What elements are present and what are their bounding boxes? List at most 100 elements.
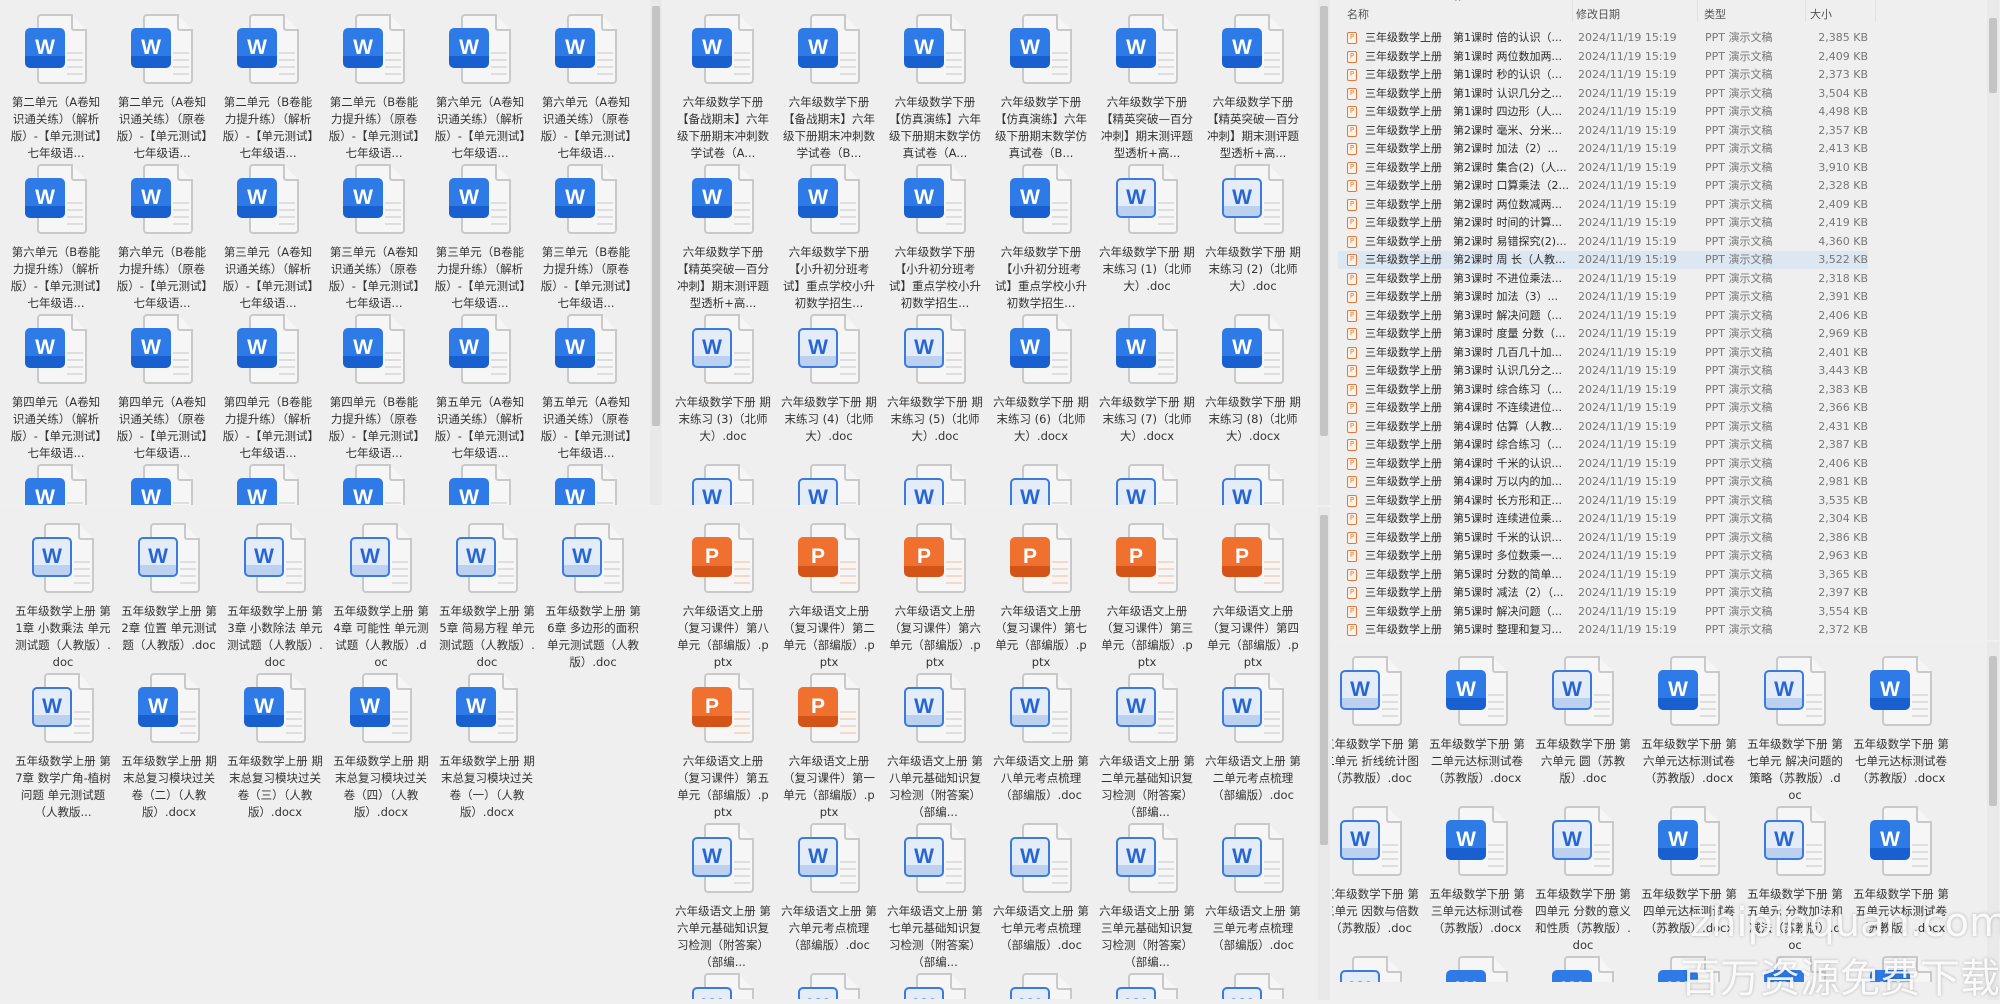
file-item[interactable]: W 第三单元（A卷知识通关练）（原卷版）-【单元测试】七年级语... bbox=[321, 160, 427, 310]
file-item[interactable]: P 六年级语文上册（复习课件）第一单元（部编版）.pptx bbox=[776, 669, 882, 819]
file-item[interactable]: W 五年级数学上册 期末总复习模块过关卷（四）（人教版）.docx bbox=[328, 669, 434, 819]
file-item[interactable]: W 六年级语文上册 第二单元基础知识复习检测（附答案）（部编... bbox=[1094, 669, 1200, 819]
file-item[interactable]: W 六年级数学下册 期末练习 (2)（北师大）.doc bbox=[1200, 160, 1306, 310]
file-item[interactable]: W 六年级语文上册 第三单元考点梳理（部编版）.doc bbox=[1200, 819, 1306, 969]
file-item[interactable]: W 第四单元（A卷知识通关练）（原卷版）-【单元测试】七年级语... bbox=[109, 310, 215, 460]
file-item[interactable]: W 五年级数学下册 第三单元达标测试卷（苏教版）.docx bbox=[1424, 802, 1530, 952]
list-row[interactable]: P 三年级数学上册 第1课时 两位数加两... 2024/11/19 15:19 PPT… bbox=[1338, 48, 1868, 66]
column-name[interactable]: 名称 bbox=[1347, 6, 1369, 22]
file-item[interactable]: W 第三单元（B卷能力提升练）（原卷版）-【单元测试】七年级语... bbox=[533, 160, 639, 310]
file-item[interactable]: W 五年级数学上册 期末总复习模块过关卷（三）（人教版）.docx bbox=[222, 669, 328, 819]
list-row[interactable]: P 三年级数学上册 第4课时 不连续进位... 2024/11/19 15:19 PPT… bbox=[1338, 399, 1868, 417]
file-item[interactable]: W 五年级数学上册 第1章 小数乘法 单元测试题（人教版）.doc bbox=[10, 519, 116, 669]
file-item[interactable]: W 第五单元（A卷知识通关练）（原卷版）-【单元测试】七年级语... bbox=[533, 310, 639, 460]
list-row[interactable]: P 三年级数学上册 第3课时 不进位乘法... 2024/11/19 15:19 PPT… bbox=[1338, 270, 1868, 288]
file-item[interactable]: W bbox=[321, 460, 427, 505]
file-item[interactable]: W bbox=[1200, 460, 1306, 505]
file-item[interactable]: W bbox=[882, 969, 988, 999]
list-row[interactable]: P 三年级数学上册 第2课时 毫米、分米... 2024/11/19 15:19 PPT… bbox=[1338, 122, 1868, 140]
list-row[interactable]: P 三年级数学上册 第2课时 集合(2)（人... 2024/11/19 15:19 P… bbox=[1338, 159, 1868, 177]
file-item[interactable]: W 五年级数学上册 期末总复习模块过关卷（二）（人教版）.docx bbox=[116, 669, 222, 819]
column-modified[interactable]: 修改日期 bbox=[1576, 6, 1620, 22]
file-item[interactable]: W 第六单元（A卷知识通关练）（解析版）-【单元测试】七年级语... bbox=[427, 10, 533, 160]
file-item[interactable]: P 六年级语文上册（复习课件）第六单元（部编版）.pptx bbox=[882, 519, 988, 669]
list-row[interactable]: P 三年级数学上册 第3课时 几百几十加... 2024/11/19 15:19 PPT… bbox=[1338, 344, 1868, 362]
file-item[interactable]: P 六年级语文上册（复习课件）第五单元（部编版）.pptx bbox=[670, 669, 776, 819]
file-item[interactable]: W 六年级语文上册 第三单元基础知识复习检测（附答案）（部编... bbox=[1094, 819, 1200, 969]
list-row[interactable]: P 三年级数学上册 第2课时 易错探究(2)... 2024/11/19 15:19 P… bbox=[1338, 233, 1868, 251]
scrollbar[interactable] bbox=[1318, 0, 1330, 505]
file-item[interactable]: W 五年级数学上册 期末总复习模块过关卷（一）（人教版）.docx bbox=[434, 669, 540, 819]
file-item[interactable]: W 六年级数学下册【精英突破—百分冲刺】期末测评题型透析+高... bbox=[670, 160, 776, 310]
list-row[interactable]: P 三年级数学上册 第2课时 时间的计算... 2024/11/19 15:19 PPT… bbox=[1338, 214, 1868, 232]
file-item[interactable]: W bbox=[1332, 952, 1424, 982]
list-row[interactable]: P 三年级数学上册 第1课时 四边形（人... 2024/11/19 15:19 PPT… bbox=[1338, 103, 1868, 121]
file-item[interactable]: W bbox=[1094, 460, 1200, 505]
list-row[interactable]: P 三年级数学上册 第4课时 万以内的加... 2024/11/19 15:19 PPT… bbox=[1338, 473, 1868, 491]
list-row[interactable]: P 三年级数学上册 第2课时 周 长（人教... 2024/11/19 15:19 PP… bbox=[1338, 251, 1868, 269]
file-item[interactable]: W bbox=[109, 460, 215, 505]
file-item[interactable]: W 六年级数学下册【小升初分班考试】重点学校小升初数学招生... bbox=[882, 160, 988, 310]
file-item[interactable]: W 六年级语文上册 第二单元考点梳理（部编版）.doc bbox=[1200, 669, 1306, 819]
list-row[interactable]: P 三年级数学上册 第2课时 口算乘法（2... 2024/11/19 15:19 PP… bbox=[1338, 177, 1868, 195]
file-item[interactable]: W bbox=[776, 969, 882, 999]
list-row[interactable]: P 三年级数学上册 第5课时 多位数乘一... 2024/11/19 15:19 PPT… bbox=[1338, 547, 1868, 565]
file-item[interactable]: W 六年级数学下册【仿真演练】六年级下册期末数学仿真试卷（A... bbox=[882, 10, 988, 160]
list-row[interactable]: P 三年级数学上册 第3课时 综合练习（... 2024/11/19 15:19 PPT… bbox=[1338, 381, 1868, 399]
list-row[interactable]: P 三年级数学上册 第2课时 两位数减两... 2024/11/19 15:19 PPT… bbox=[1338, 196, 1868, 214]
list-row[interactable]: P 三年级数学上册 第5课时 千米的认识... 2024/11/19 15:19 PPT… bbox=[1338, 529, 1868, 547]
file-item[interactable]: P 六年级语文上册（复习课件）第七单元（部编版）.pptx bbox=[988, 519, 1094, 669]
file-item[interactable]: W 五年级数学上册 第6章 多边形的面积 单元测试题（人教版）.doc bbox=[540, 519, 646, 669]
scrollbar[interactable] bbox=[1987, 0, 1999, 640]
file-item[interactable]: W bbox=[988, 969, 1094, 999]
file-item[interactable]: W bbox=[882, 460, 988, 505]
file-item[interactable]: W 六年级数学下册 期末练习 (1)（北师大）.doc bbox=[1094, 160, 1200, 310]
file-item[interactable]: W 第二单元（B卷能力提升练）（原卷版）-【单元测试】七年级语... bbox=[321, 10, 427, 160]
file-item[interactable]: W 第二单元（A卷知识通关练）（解析版）-【单元测试】七年级语... bbox=[3, 10, 109, 160]
file-item[interactable]: W 第五单元（A卷知识通关练）（解析版）-【单元测试】七年级语... bbox=[427, 310, 533, 460]
file-item[interactable]: W 第三单元（A卷知识通关练）（解析版）-【单元测试】七年级语... bbox=[215, 160, 321, 310]
file-item[interactable]: W 六年级语文上册 第六单元考点梳理（部编版）.doc bbox=[776, 819, 882, 969]
list-row[interactable]: P 三年级数学上册 第3课时 认识几分之... 2024/11/19 15:19 PPT… bbox=[1338, 362, 1868, 380]
file-item[interactable]: W 第三单元（B卷能力提升练）（解析版）-【单元测试】七年级语... bbox=[427, 160, 533, 310]
file-item[interactable]: W 六年级数学下册【备战期末】六年级下册期末冲刺数学试卷（B... bbox=[776, 10, 882, 160]
column-size[interactable]: 大小 bbox=[1810, 6, 1832, 22]
file-item[interactable]: W 五年级数学下册 第三单元 因数与倍数（苏教版）.doc bbox=[1332, 802, 1424, 952]
file-item[interactable]: P 六年级语文上册（复习课件）第二单元（部编版）.pptx bbox=[776, 519, 882, 669]
file-item[interactable]: W 五年级数学下册 第四单元 分数的意义和性质（苏教版）.doc bbox=[1530, 802, 1636, 952]
list-row[interactable]: P 三年级数学上册 第4课时 估算（人教... 2024/11/19 15:19 PPT… bbox=[1338, 418, 1868, 436]
file-item[interactable]: P 六年级语文上册（复习课件）第八单元（部编版）.pptx bbox=[670, 519, 776, 669]
file-item[interactable]: W 六年级数学下册【精英突破—百分冲刺】期末测评题型透析+高... bbox=[1200, 10, 1306, 160]
file-item[interactable]: W 六年级数学下册 期末练习 (8)（北师大）.docx bbox=[1200, 310, 1306, 460]
list-row[interactable]: P 三年级数学上册 第5课时 减法（2）（... 2024/11/19 15:19 PP… bbox=[1338, 584, 1868, 602]
file-item[interactable]: W bbox=[427, 460, 533, 505]
list-row[interactable]: P 三年级数学上册 第3课时 解决问题（... 2024/11/19 15:19 PPT… bbox=[1338, 307, 1868, 325]
list-row[interactable]: P 三年级数学上册 第4课时 综合练习（... 2024/11/19 15:19 PPT… bbox=[1338, 436, 1868, 454]
file-item[interactable]: W 六年级数学下册【小升初分班考试】重点学校小升初数学招生... bbox=[988, 160, 1094, 310]
file-item[interactable]: W 六年级数学下册 期末练习 (5)（北师大）.doc bbox=[882, 310, 988, 460]
list-row[interactable]: P 三年级数学上册 第5课时 分数的简单... 2024/11/19 15:19 PPT… bbox=[1338, 566, 1868, 584]
file-item[interactable]: W 第六单元（B卷能力提升练）（原卷版）-【单元测试】七年级语... bbox=[109, 160, 215, 310]
file-item[interactable]: W 五年级数学下册 第七单元 解决问题的策略（苏教版）.doc bbox=[1742, 652, 1848, 802]
file-item[interactable]: W 六年级数学下册 期末练习 (4)（北师大）.doc bbox=[776, 310, 882, 460]
file-item[interactable]: W 第四单元（B卷能力提升练）（解析版）-【单元测试】七年级语... bbox=[215, 310, 321, 460]
scrollbar[interactable] bbox=[1318, 507, 1330, 1000]
file-item[interactable]: W bbox=[670, 460, 776, 505]
file-item[interactable]: W 六年级数学下册【精英突破—百分冲刺】期末测评题型透析+高... bbox=[1094, 10, 1200, 160]
scrollbar[interactable] bbox=[650, 0, 662, 505]
file-item[interactable]: W 六年级数学下册【仿真演练】六年级下册期末数学仿真试卷（B... bbox=[988, 10, 1094, 160]
file-item[interactable]: W 五年级数学上册 第4章 可能性 单元测试题（人教版）.doc bbox=[328, 519, 434, 669]
file-item[interactable]: W 五年级数学下册 第二单元 折线统计图（苏教版）.doc bbox=[1332, 652, 1424, 802]
file-item[interactable]: W bbox=[533, 460, 639, 505]
file-item[interactable]: W bbox=[1200, 969, 1306, 999]
file-item[interactable]: W 第四单元（A卷知识通关练）（解析版）-【单元测试】七年级语... bbox=[3, 310, 109, 460]
file-item[interactable]: W 六年级语文上册 第七单元基础知识复习检测（附答案）（部编... bbox=[882, 819, 988, 969]
list-row[interactable]: P 三年级数学上册 第5课时 连续进位乘... 2024/11/19 15:19 PPT… bbox=[1338, 510, 1868, 528]
file-item[interactable]: W 六年级语文上册 第八单元考点梳理（部编版）.doc bbox=[988, 669, 1094, 819]
file-item[interactable]: W bbox=[776, 460, 882, 505]
file-item[interactable]: W 六年级数学下册【备战期末】六年级下册期末冲刺数学试卷（A... bbox=[670, 10, 776, 160]
file-item[interactable]: W 六年级数学下册 期末练习 (7)（北师大）.docx bbox=[1094, 310, 1200, 460]
file-item[interactable]: W 五年级数学下册 第七单元达标测试卷（苏教版）.docx bbox=[1848, 652, 1954, 802]
file-item[interactable]: W 五年级数学上册 第2章 位置 单元测试题（人教版）.doc bbox=[116, 519, 222, 669]
file-item[interactable]: W 五年级数学下册 第二单元达标测试卷（苏教版）.docx bbox=[1424, 652, 1530, 802]
